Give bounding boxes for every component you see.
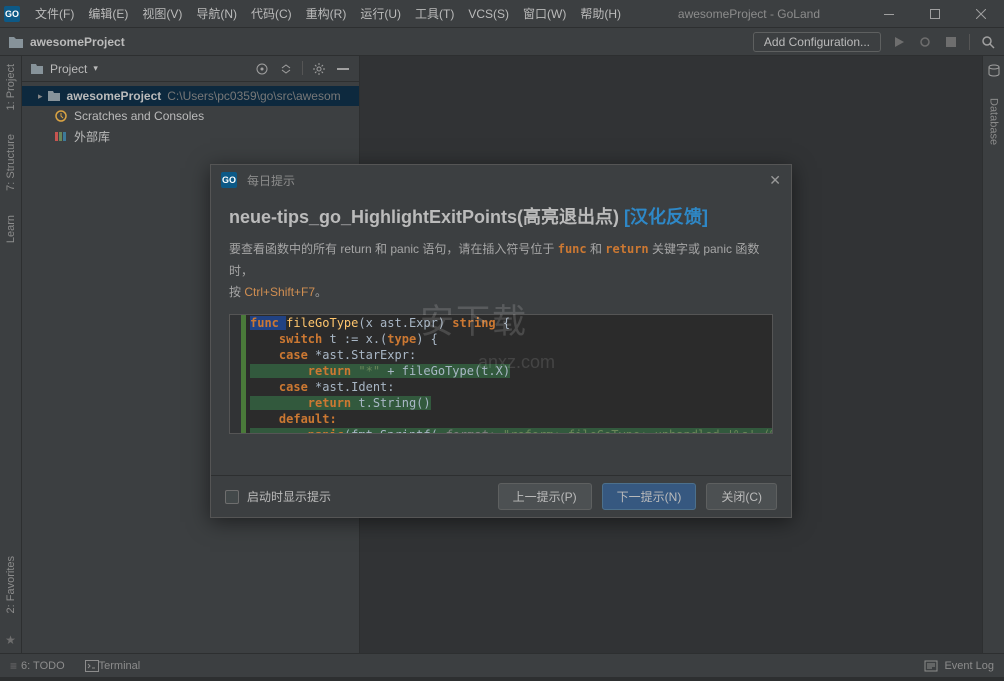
menu-navigate[interactable]: 导航(N) <box>189 1 244 26</box>
tab-project[interactable]: 1: Project <box>3 60 19 114</box>
breadcrumb[interactable]: awesomeProject <box>30 35 125 49</box>
titlebar: GO 文件(F) 编辑(E) 视图(V) 导航(N) 代码(C) 重构(R) 运… <box>0 0 1004 28</box>
menu-file[interactable]: 文件(F) <box>28 1 81 26</box>
star-icon: ★ <box>5 633 16 647</box>
stop-icon[interactable] <box>943 34 959 50</box>
menu-vcs[interactable]: VCS(S) <box>461 3 516 25</box>
minimize-button[interactable] <box>866 0 912 28</box>
dialog-footer: 启动时显示提示 上一提示(P) 下一提示(N) 关闭(C) <box>211 475 791 517</box>
maximize-button[interactable] <box>912 0 958 28</box>
right-tool-gutter: Database <box>982 56 1004 653</box>
tree-root[interactable]: ▸ awesomeProject C:\Users\pc0359\go\src\… <box>22 86 359 106</box>
maximize-icon <box>930 9 940 19</box>
code-gutter <box>230 315 246 433</box>
window-title: awesomeProject - GoLand <box>678 7 820 21</box>
run-icon[interactable] <box>891 34 907 50</box>
tree-external[interactable]: 外部库 <box>22 126 359 146</box>
project-panel-title[interactable]: Project ▾ <box>50 62 98 76</box>
app-icon: GO <box>4 6 20 22</box>
folder-icon <box>8 35 24 49</box>
project-tree[interactable]: ▸ awesomeProject C:\Users\pc0359\go\src\… <box>22 82 359 150</box>
scratches-icon <box>54 109 68 123</box>
close-dialog-button[interactable]: 关闭(C) <box>706 483 777 510</box>
gear-icon[interactable] <box>311 61 327 77</box>
add-configuration-button[interactable]: Add Configuration... <box>753 32 881 52</box>
tip-of-day-dialog: GO 每日提示 ✕ neue-tips_go_HighlightExitPoin… <box>210 164 792 518</box>
tree-root-path: C:\Users\pc0359\go\src\awesom <box>167 89 340 103</box>
checkbox-icon <box>225 490 239 504</box>
tab-structure[interactable]: 7: Structure <box>3 130 19 195</box>
eventlog-icon <box>924 660 938 672</box>
status-eventlog[interactable]: Event Log <box>924 660 994 672</box>
tree-external-label: 外部库 <box>74 128 110 145</box>
tab-learn[interactable]: Learn <box>3 211 19 247</box>
project-panel-header: Project ▾ <box>22 56 359 82</box>
chevron-right-icon: ▸ <box>38 91 43 102</box>
tree-scratches[interactable]: Scratches and Consoles <box>22 106 359 126</box>
tip-description: 要查看函数中的所有 return 和 panic 语句，请在插入符号位于 fun… <box>229 239 773 304</box>
close-icon <box>976 9 986 19</box>
tab-database[interactable]: Database <box>986 94 1002 149</box>
menu-run[interactable]: 运行(U) <box>353 1 408 26</box>
tip-title: neue-tips_go_HighlightExitPoints(高亮退出点) … <box>229 203 773 229</box>
status-todo[interactable]: 6: TODO <box>21 660 65 672</box>
menu-code[interactable]: 代码(C) <box>244 1 299 26</box>
menu-help[interactable]: 帮助(H) <box>573 1 628 26</box>
todo-icon: ≡ <box>10 659 17 673</box>
target-icon[interactable] <box>254 61 270 77</box>
tree-root-label: awesomeProject <box>67 89 162 103</box>
expand-all-icon[interactable] <box>278 61 294 77</box>
external-lib-icon <box>54 130 68 142</box>
menu-view[interactable]: 视图(V) <box>135 1 189 26</box>
dialog-title: 每日提示 <box>247 172 295 189</box>
close-button[interactable] <box>958 0 1004 28</box>
dialog-body: neue-tips_go_HighlightExitPoints(高亮退出点) … <box>211 195 791 475</box>
tree-scratches-label: Scratches and Consoles <box>74 109 204 123</box>
show-on-startup-checkbox[interactable]: 启动时显示提示 <box>225 488 331 505</box>
statusbar: ≡ 6: TODO Terminal Event Log <box>0 653 1004 677</box>
code-example: func fileGoType(x ast.Expr) string { swi… <box>229 314 773 434</box>
prev-tip-button[interactable]: 上一提示(P) <box>498 483 592 510</box>
menu-window[interactable]: 窗口(W) <box>516 1 573 26</box>
hide-icon[interactable] <box>335 61 351 77</box>
minimize-icon <box>884 14 894 15</box>
database-icon <box>987 64 1001 78</box>
next-tip-button[interactable]: 下一提示(N) <box>602 483 697 510</box>
debug-icon[interactable] <box>917 34 933 50</box>
menu-tools[interactable]: 工具(T) <box>408 1 461 26</box>
menu-edit[interactable]: 编辑(E) <box>81 1 135 26</box>
menu-refactor[interactable]: 重构(R) <box>299 1 354 26</box>
terminal-icon <box>85 660 99 672</box>
tip-feedback-link[interactable]: [汉化反馈] <box>624 207 708 227</box>
dialog-header: GO 每日提示 ✕ <box>211 165 791 195</box>
folder-icon <box>47 90 61 102</box>
left-tool-gutter: 1: Project 7: Structure Learn 2: Favorit… <box>0 56 22 653</box>
breadcrumb-bar: awesomeProject Add Configuration... <box>0 28 1004 56</box>
tab-favorites[interactable]: 2: Favorites <box>3 552 19 617</box>
search-icon[interactable] <box>980 34 996 50</box>
project-tool-icon <box>30 63 44 75</box>
status-terminal[interactable]: Terminal <box>99 660 141 672</box>
chevron-down-icon: ▾ <box>93 63 98 74</box>
dialog-app-icon: GO <box>221 172 237 188</box>
code-lines: func fileGoType(x ast.Expr) string { swi… <box>246 315 773 433</box>
dialog-close-button[interactable]: ✕ <box>769 172 781 189</box>
